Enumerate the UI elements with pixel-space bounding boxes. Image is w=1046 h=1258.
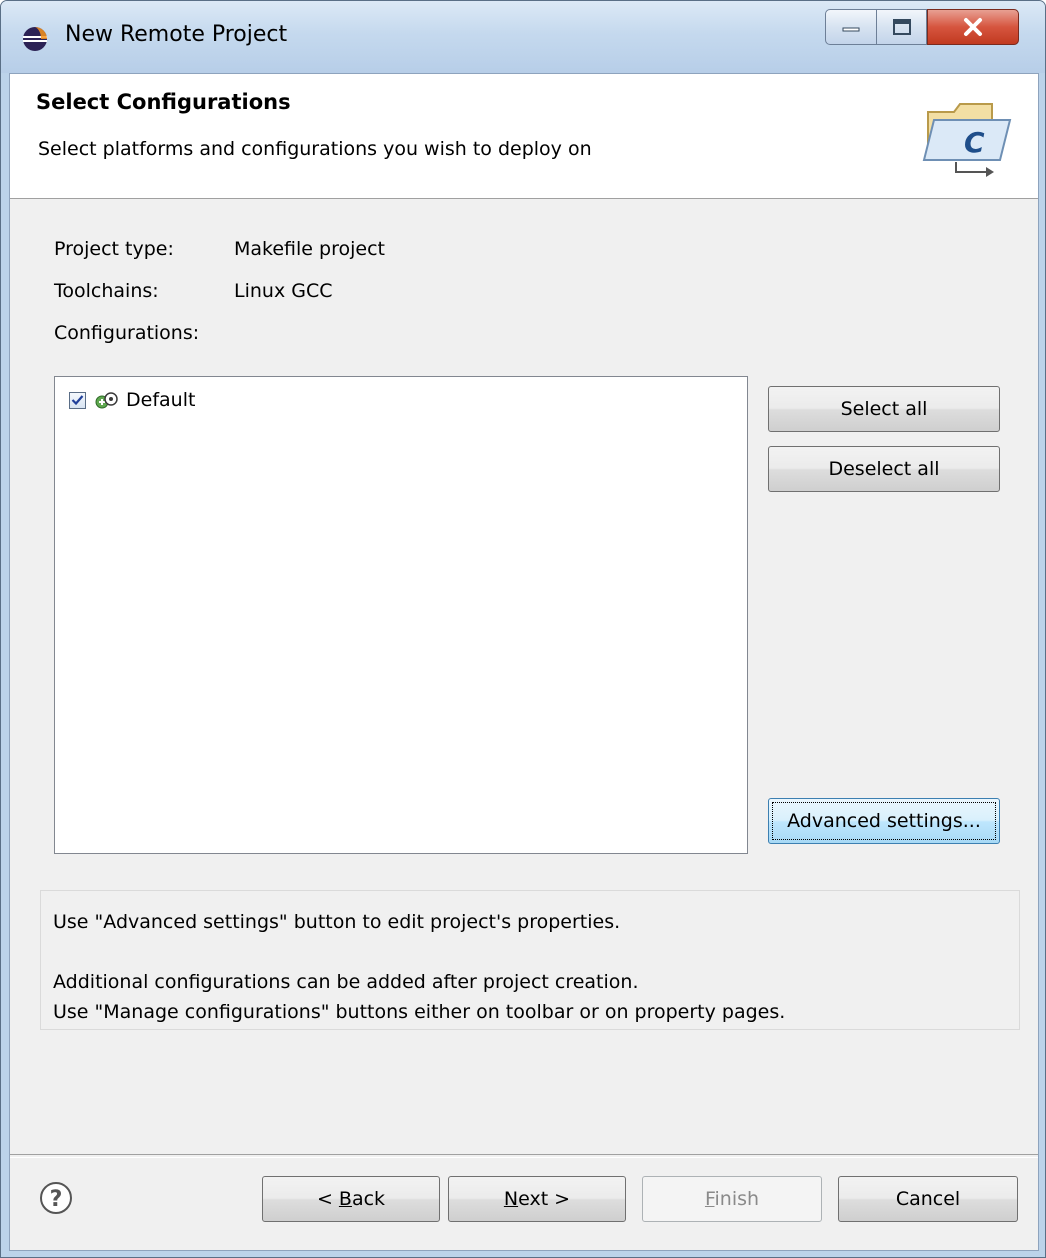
help-icon[interactable]: ?	[38, 1180, 74, 1216]
eclipse-icon	[23, 27, 47, 51]
maximize-button[interactable]	[877, 9, 927, 45]
toolchains-row: Toolchains: Linux GCC	[54, 280, 333, 302]
list-item[interactable]: Default	[69, 389, 195, 411]
project-type-label: Project type:	[54, 238, 174, 260]
maximize-icon	[892, 19, 911, 35]
configuration-icon	[95, 392, 118, 409]
next-button[interactable]: Next >	[448, 1176, 626, 1222]
svg-text:?: ?	[50, 1187, 63, 1212]
configurations-label: Configurations:	[54, 322, 200, 344]
project-type-row: Project type: Makefile project	[54, 238, 385, 260]
hint-panel: Use "Advanced settings" button to edit p…	[40, 890, 1020, 1030]
configuration-checkbox[interactable]	[69, 391, 86, 409]
window-title: New Remote Project	[65, 22, 288, 47]
advanced-settings-button[interactable]: Advanced settings...	[768, 798, 1000, 844]
focus-ring	[772, 802, 996, 840]
project-type-value: Makefile project	[234, 238, 385, 260]
next-label: Next >	[503, 1188, 571, 1210]
dialog-window: New Remote Project Select Configurations…	[0, 0, 1046, 1258]
close-icon	[964, 18, 982, 36]
back-button[interactable]: < Back	[262, 1176, 440, 1222]
footer-separator	[10, 1154, 1038, 1158]
select-all-button[interactable]: Select all	[768, 386, 1000, 432]
minimize-button[interactable]	[825, 9, 877, 45]
finish-label: Finish	[704, 1188, 760, 1210]
checkmark-icon	[71, 395, 84, 406]
configurations-list[interactable]: Default	[54, 376, 748, 854]
page-description: Select platforms and configurations you …	[38, 138, 592, 160]
cancel-button[interactable]: Cancel	[838, 1176, 1018, 1222]
wizard-banner: Select Configurations Select platforms a…	[10, 74, 1038, 199]
toolchains-label: Toolchains:	[54, 280, 159, 302]
configurations-row: Configurations:	[54, 322, 199, 344]
configuration-name: Default	[126, 389, 196, 411]
close-button[interactable]	[927, 9, 1019, 45]
deselect-all-button[interactable]: Deselect all	[768, 446, 1000, 492]
minimize-icon	[842, 27, 860, 32]
title-bar[interactable]: New Remote Project	[1, 1, 1045, 73]
c-project-folder-icon: C	[922, 103, 1012, 177]
back-label: < Back	[316, 1188, 386, 1210]
finish-button[interactable]: Finish	[642, 1176, 822, 1222]
svg-text:C: C	[964, 126, 985, 159]
toolchains-value: Linux GCC	[234, 280, 333, 302]
dialog-client-area: Select Configurations Select platforms a…	[9, 73, 1039, 1251]
hint-line-2: Additional configurations can be added a…	[53, 971, 639, 993]
hint-line-1: Use "Advanced settings" button to edit p…	[53, 911, 621, 933]
hint-line-3: Use "Manage configurations" buttons eith…	[53, 1001, 786, 1023]
page-title: Select Configurations	[36, 90, 291, 114]
